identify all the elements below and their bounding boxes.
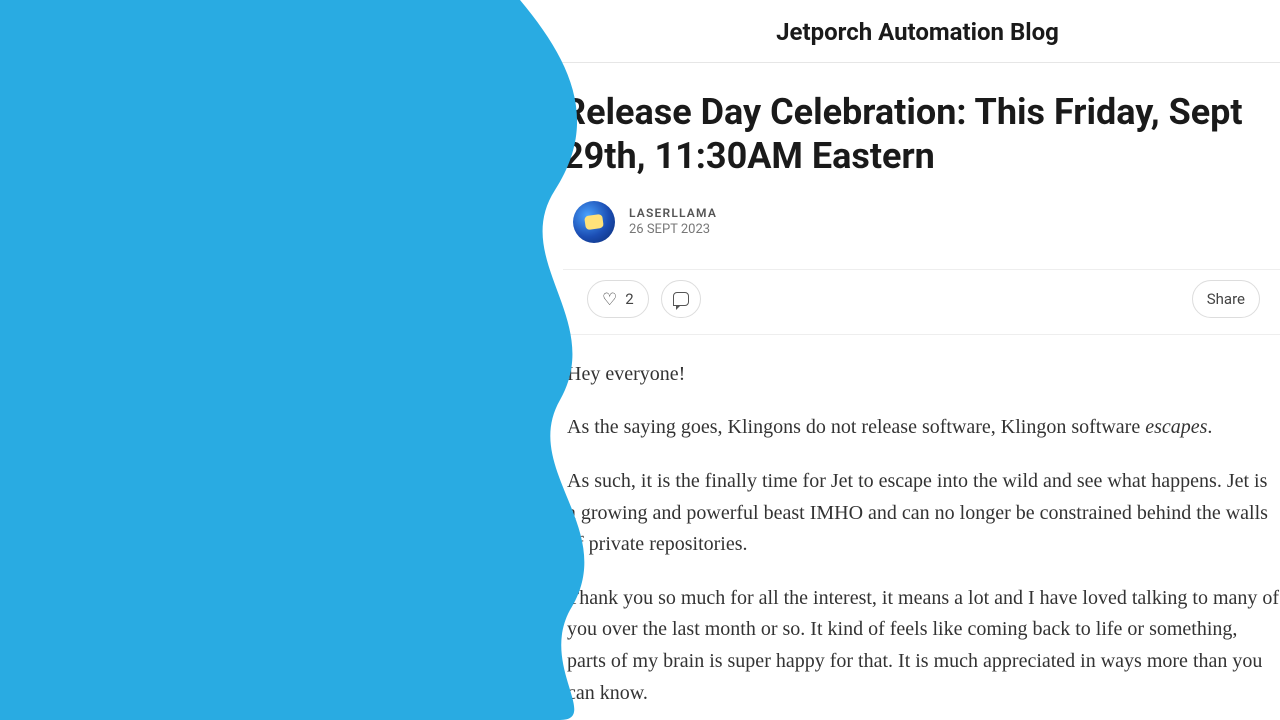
byline: LASERLLAMA 26 SEPT 2023	[573, 201, 1280, 243]
paragraph-em: escapes	[1145, 416, 1207, 438]
promo-headline: Tech Preview One	[55, 255, 491, 439]
paragraph: Hey everyone!	[567, 359, 1280, 391]
highlight-underline	[50, 480, 490, 520]
article-title: Release Day Celebration: This Friday, Se…	[563, 91, 1280, 179]
comment-icon	[673, 292, 689, 306]
page-root: JetPorch Tech Preview One 29th September…	[0, 0, 1280, 720]
site-title[interactable]: Jetporch Automation Blog	[555, 0, 1280, 63]
article-panel: Jetporch Automation Blog Release Day Cel…	[555, 0, 1280, 720]
like-count: 2	[625, 290, 633, 308]
share-button[interactable]: Share	[1192, 280, 1260, 318]
promo-headline-line1: Tech Preview	[55, 255, 491, 347]
comment-button[interactable]	[661, 280, 701, 318]
share-label: Share	[1207, 290, 1245, 308]
promo-date: 29th September 2023	[50, 580, 357, 618]
paragraph: Thank you so much for all the interest, …	[567, 583, 1280, 709]
brand-name: JetPorch	[75, 75, 233, 119]
publish-date: 26 SEPT 2023	[629, 222, 717, 237]
paragraph-text: .	[1207, 416, 1212, 438]
paragraph: As the saying goes, Klingons do not rele…	[567, 412, 1280, 444]
promo-panel: JetPorch Tech Preview One 29th September…	[0, 0, 600, 720]
paragraph-text: As the saying goes, Klingons do not rele…	[567, 416, 1145, 438]
action-bar: 2 Share	[563, 269, 1280, 335]
promo-headline-line2: One	[55, 347, 491, 439]
author-name[interactable]: LASERLLAMA	[629, 206, 717, 220]
heart-icon	[602, 289, 617, 309]
article-body: Hey everyone! As the saying goes, Klingo…	[563, 359, 1280, 720]
paragraph: As such, it is the finally time for Jet …	[567, 466, 1280, 561]
